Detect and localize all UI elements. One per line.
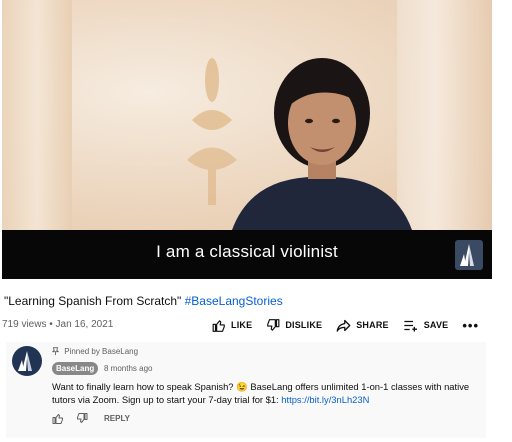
video-title: "Learning Spanish From Scratch" #BaseLan…	[4, 294, 283, 308]
pin-icon	[51, 347, 60, 355]
comment-like-icon[interactable]	[52, 413, 64, 424]
comment-body: Want to finally learn how to speak Spani…	[52, 381, 470, 405]
pinned-label: Pinned by BaseLang	[51, 347, 139, 356]
video-meta: 719 views • Jan 16, 2021	[2, 319, 114, 330]
dislike-button[interactable]: DISLIKE	[266, 318, 323, 332]
video-title-text: "Learning Spanish From Scratch"	[4, 294, 182, 308]
save-button[interactable]: SAVE	[403, 319, 449, 332]
comment-dislike-icon[interactable]	[76, 413, 88, 424]
curtain-left	[2, 0, 72, 230]
like-button[interactable]: LIKE	[212, 319, 252, 332]
comment-actions: REPLY	[52, 413, 130, 424]
share-label: SHARE	[356, 320, 389, 330]
channel-watermark[interactable]	[455, 240, 483, 270]
save-label: SAVE	[423, 320, 449, 330]
video-player[interactable]: I am a classical violinist	[2, 0, 492, 279]
reply-button[interactable]: REPLY	[104, 414, 130, 423]
baselang-avatar-icon	[18, 351, 32, 371]
avatar[interactable]	[12, 346, 42, 376]
more-actions-button[interactable]: •••	[462, 318, 479, 333]
caption-text: I am a classical violinist	[156, 242, 338, 261]
thumbs-up-icon	[212, 319, 225, 332]
comment-link[interactable]: https://bit.ly/3nLh23N	[281, 394, 369, 405]
comment-text: Want to finally learn how to speak Spani…	[52, 380, 482, 406]
hashtag-link[interactable]: #BaseLangStories	[185, 294, 283, 308]
playlist-add-icon	[404, 320, 417, 331]
share-button[interactable]: SHARE	[336, 319, 389, 332]
action-bar: LIKE DISLIKE SHARE SAVE •••	[212, 316, 479, 334]
thumbs-down-icon	[267, 318, 280, 331]
dislike-label: DISLIKE	[285, 320, 323, 330]
baselang-logo-icon	[460, 244, 474, 266]
person-image	[232, 58, 412, 230]
comment-author[interactable]: BaseLang	[52, 362, 99, 375]
share-icon	[336, 319, 351, 332]
video-frame	[2, 0, 492, 230]
pinned-text: Pinned by BaseLang	[64, 347, 139, 356]
like-label: LIKE	[231, 320, 253, 330]
pinned-comment: Pinned by BaseLang BaseLang 8 months ago…	[6, 342, 486, 438]
comment-time[interactable]: 8 months ago	[104, 364, 152, 373]
more-icon: •••	[462, 317, 480, 333]
